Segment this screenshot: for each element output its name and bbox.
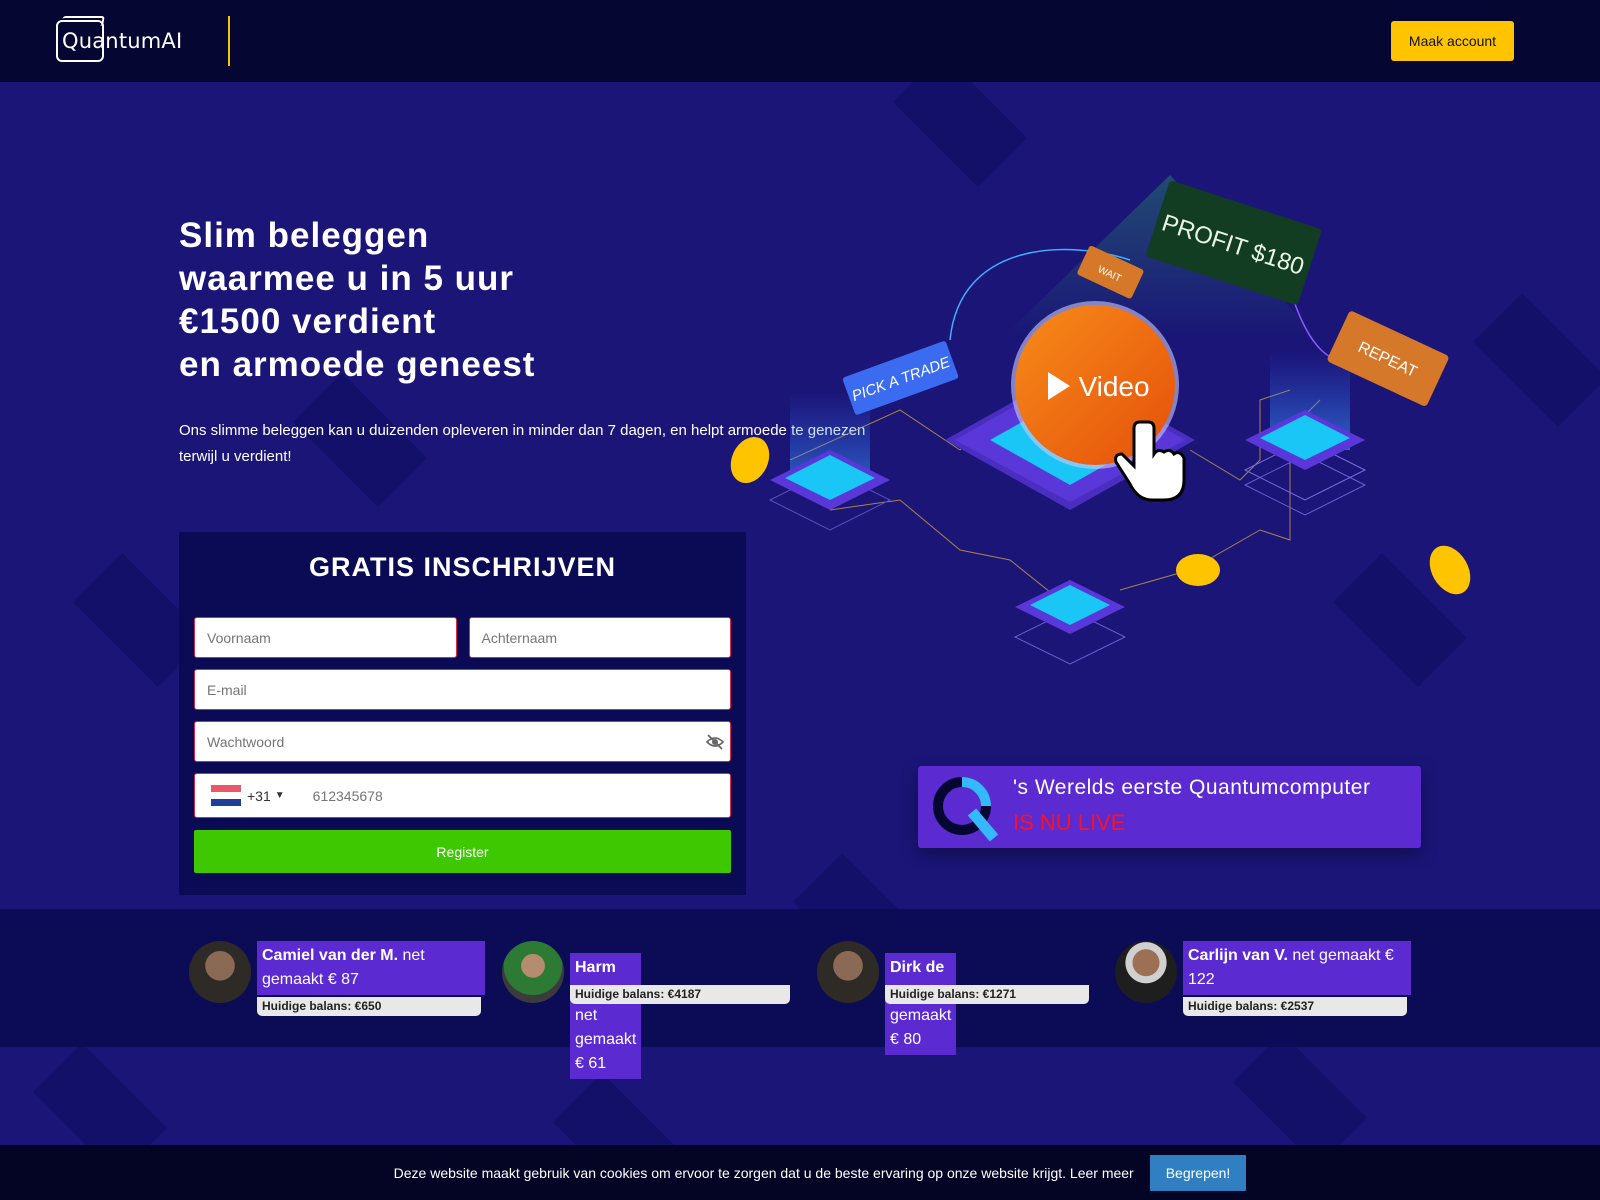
accept-cookies-button[interactable]: Begrepen! — [1149, 1154, 1247, 1191]
hero-title-line: €1500 verdient — [179, 302, 437, 341]
quantum-q-icon — [933, 777, 999, 842]
eye-slash-icon[interactable] — [705, 732, 725, 752]
signup-form: GRATIS INSCHRIJVEN Voornaam Achternaam E… — [179, 532, 746, 895]
avatar — [189, 941, 251, 1003]
password-field[interactable]: Wachtwoord — [194, 721, 731, 762]
cookie-bar: Deze website maakt gebruik van cookies o… — [0, 1145, 1600, 1200]
hero-title-line: waarmee u in 5 uur — [179, 259, 515, 298]
email-field[interactable]: E-mail — [194, 669, 731, 710]
avatar — [817, 941, 879, 1003]
platform-left — [768, 450, 892, 531]
phone-field[interactable]: +31 ▼ 612345678 — [194, 773, 731, 818]
testimonials-band: Camiel van der M. net gemaakt € 87 Huidi… — [0, 909, 1600, 1079]
cookie-message: Deze website maakt gebruik van cookies o… — [393, 1164, 1067, 1181]
quantum-banner-live: IS NU LIVE — [1013, 810, 1126, 835]
trading-illustration: PICK A TRADE WAIT PROFIT $180 REPEAT Vid… — [730, 175, 1471, 665]
quantum-banner: 's Werelds eerste Quantumcomputer IS NU … — [918, 766, 1421, 848]
testimonial-text: Harm van L. net gemaakt € 61 — [570, 953, 642, 1079]
testimonial-text: Carlijn van V. net gemaakt € 122 — [1183, 941, 1411, 995]
testimonial-balance: Huidige balans: €2537 — [1183, 997, 1407, 1016]
video-label: Video — [1078, 371, 1149, 402]
testimonial-earned: net gemaakt € 61 — [575, 1007, 637, 1072]
testimonial-text: Camiel van der M. net gemaakt € 87 — [257, 941, 485, 995]
learn-more-link[interactable]: Leer meer — [1070, 1165, 1134, 1181]
logo-text: QuantumAI — [62, 29, 183, 53]
testimonial-text: Dirk de W. net gemaakt € 80 — [885, 953, 957, 1055]
cookie-text: Deze website maakt gebruik van cookies o… — [394, 1165, 1134, 1181]
header-divider — [228, 16, 231, 66]
form-title: GRATIS INSCHRIJVEN — [308, 552, 617, 582]
platform-bottom — [1013, 580, 1127, 665]
avatar — [502, 941, 564, 1003]
testimonial-name: Carlijn van V. — [1188, 947, 1288, 964]
chevron-down-icon[interactable]: ▼ — [275, 790, 285, 801]
create-account-button[interactable]: Maak account — [1391, 21, 1514, 61]
testimonial-name: Camiel van der M. — [262, 947, 399, 964]
testimonial-balance: Huidige balans: €1271 — [885, 985, 1089, 1004]
pick-a-trade-label: PICK A TRADE — [842, 341, 959, 415]
password-placeholder: Wachtwoord — [207, 733, 285, 750]
hero-title-line: Slim beleggen — [179, 216, 430, 255]
hero-title-line: en armoede geneest — [179, 345, 536, 384]
netherlands-flag-icon[interactable] — [211, 784, 241, 807]
avatar — [1115, 941, 1177, 1003]
register-button[interactable]: Register — [194, 830, 731, 873]
first-name-field[interactable]: Voornaam — [194, 617, 457, 658]
country-code[interactable]: +31 — [247, 788, 271, 804]
quantum-banner-headline: 's Werelds eerste Quantumcomputer — [1013, 776, 1371, 799]
phone-placeholder: 612345678 — [312, 787, 383, 804]
testimonial-balance: Huidige balans: €650 — [257, 997, 481, 1016]
hero-title: Slim beleggen waarmee u in 5 uur €1500 v… — [179, 214, 699, 386]
top-header: QuantumAI Maak account — [0, 0, 1600, 82]
brand: QuantumAI — [56, 0, 231, 82]
logo[interactable]: QuantumAI — [56, 20, 188, 62]
testimonial-balance: Huidige balans: €4187 — [570, 985, 790, 1004]
last-name-field[interactable]: Achternaam — [468, 617, 731, 658]
